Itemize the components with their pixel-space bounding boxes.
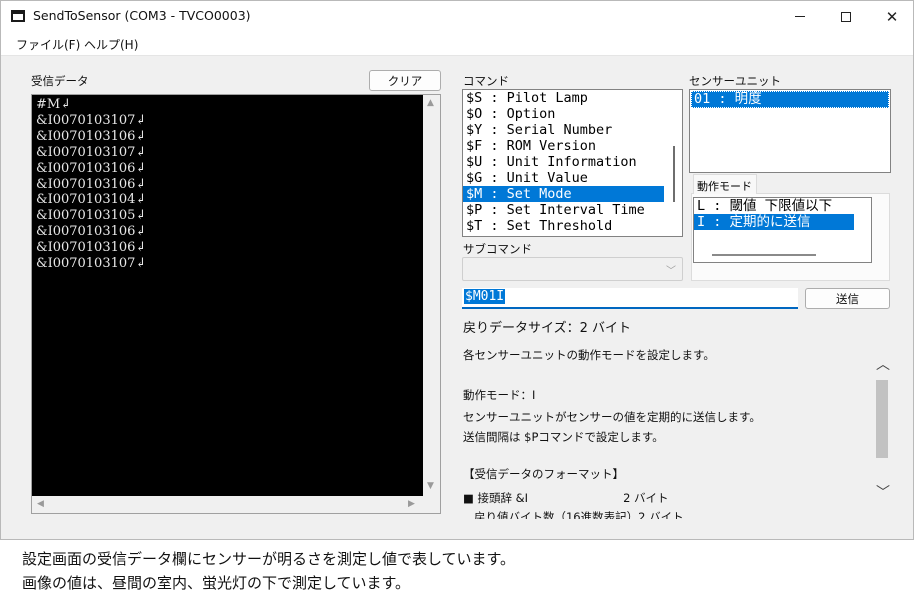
scroll-up-icon[interactable]: ▲	[427, 98, 434, 108]
info-scroll-thumb[interactable]	[876, 380, 888, 458]
clear-button[interactable]: クリア	[369, 70, 441, 91]
scroll-left-icon[interactable]: ◀	[37, 499, 44, 509]
info-line: 【受信データのフォーマット】	[463, 467, 624, 481]
command-scroll-thumb[interactable]	[673, 146, 675, 202]
command-scrollbar[interactable]	[665, 90, 682, 236]
command-list[interactable]: $S : Pilot Lamp $O : Option $Y : Serial Nu…	[462, 89, 683, 237]
return-size: 戻りデータサイズ：2 バイト	[463, 321, 632, 336]
command-label: コマンド	[463, 74, 509, 88]
command-item[interactable]: $G : Unit Value	[463, 170, 664, 186]
command-item[interactable]: $M : Set Mode	[463, 186, 664, 202]
window-title: SendToSensor (COM3 - TVCO0003)	[33, 8, 251, 23]
chevron-up-icon[interactable]: ︿	[876, 354, 890, 374]
receive-label: 受信データ	[31, 74, 89, 88]
scroll-right-icon[interactable]: ▶	[408, 499, 415, 509]
console-line: &I0070103106↲	[36, 240, 147, 256]
command-item[interactable]: $O : Option	[463, 106, 664, 122]
mode-tab[interactable]: 動作モード	[693, 174, 757, 194]
sensor-unit-label: センサーユニット	[689, 74, 781, 88]
mode-items: L : 閾値 下限値以下 I : 定期的に送信	[694, 198, 871, 230]
menu-bar: ファイル(F) ヘルプ(H)	[1, 32, 913, 56]
receive-vertical-scrollbar[interactable]: ▲ ▼	[423, 95, 440, 497]
command-item[interactable]: $Y : Serial Number	[463, 122, 664, 138]
console-line: &I0070103104↲	[36, 192, 147, 208]
chevron-down-icon[interactable]: ﹀	[876, 482, 890, 502]
mode-item[interactable]: I : 定期的に送信	[694, 214, 854, 230]
app-window: SendToSensor (COM3 - TVCO0003) ✕ ファイル(F)…	[0, 0, 914, 540]
console-line: &I0070103107↲	[36, 112, 147, 128]
subcommand-select[interactable]: ﹀	[462, 257, 683, 281]
chevron-down-icon: ﹀	[666, 266, 676, 277]
info-line: センサーユニットがセンサーの値を定期的に送信します。	[463, 410, 761, 424]
menu-file[interactable]: ファイル(F)	[16, 36, 80, 53]
info-line: 各センサーユニットの動作モードを設定します。	[463, 348, 715, 362]
caption-line-2: 画像の値は、昼間の室内、蛍光灯の下で測定しています。	[22, 574, 411, 592]
app-icon	[11, 10, 25, 22]
command-item[interactable]: $F : ROM Version	[463, 138, 664, 154]
maximize-icon	[841, 11, 851, 22]
console-line: &I0070103106↲	[36, 160, 147, 176]
info-line: 送信間隔は $Pコマンドで設定します。	[463, 430, 664, 444]
console-line: &I0070103107↲	[36, 144, 147, 160]
console-line: &I0070103106↲	[36, 128, 147, 144]
info-line: 戻り値バイト数（16進数表記）2 バイト	[463, 510, 684, 519]
minimize-icon	[795, 16, 805, 17]
close-icon: ✕	[885, 7, 899, 26]
subcommand-label: サブコマンド	[463, 242, 532, 256]
mode-list[interactable]: L : 閾値 下限値以下 I : 定期的に送信	[693, 197, 872, 263]
mode-scroll-thumb[interactable]	[712, 254, 816, 256]
mode-item[interactable]: L : 閾値 下限値以下	[694, 198, 854, 214]
console-line: &I0070103105↲	[36, 208, 147, 224]
receive-horizontal-scrollbar[interactable]: ◀ ▶	[32, 496, 424, 513]
command-input[interactable]: $M01I	[462, 288, 798, 309]
console-line: &I0070103106↲	[36, 176, 147, 192]
receive-console[interactable]: #M↲ &I0070103107↲ &I0070103106↲ &I007010310…	[32, 95, 424, 497]
menu-help[interactable]: ヘルプ(H)	[84, 36, 138, 53]
command-input-value: $M01I	[464, 289, 506, 304]
scroll-down-icon[interactable]: ▼	[427, 481, 434, 491]
caption-line-1: 設定画面の受信データ欄にセンサーが明るさを測定し値で表しています。	[22, 550, 516, 568]
console-line: &I0070103107↲	[36, 256, 147, 272]
console-line: &I0070103106↲	[36, 224, 147, 240]
console-line: #M↲	[36, 97, 72, 112]
sensor-unit-list[interactable]: 01 : 明度	[689, 89, 891, 173]
info-line: 動作モード：I	[463, 388, 536, 402]
command-item[interactable]: $U : Unit Information	[463, 154, 664, 170]
send-button[interactable]: 送信	[805, 288, 890, 309]
close-button[interactable]: ✕	[869, 1, 913, 32]
command-item[interactable]: $S : Pilot Lamp	[463, 90, 664, 106]
maximize-button[interactable]	[823, 1, 869, 32]
sensor-unit-item[interactable]: 01 : 明度	[691, 91, 889, 108]
receive-console-frame: #M↲ &I0070103107↲ &I0070103106↲ &I007010310…	[31, 94, 441, 514]
info-panel[interactable]: 各センサーユニットの動作モードを設定します。 動作モード：I センサーユニットが…	[461, 339, 873, 519]
title-bar[interactable]: SendToSensor (COM3 - TVCO0003) ✕	[1, 1, 913, 32]
command-items: $S : Pilot Lamp $O : Option $Y : Serial Nu…	[463, 90, 682, 234]
info-scrollbar[interactable]: ︿ ﹀	[873, 354, 891, 504]
command-item[interactable]: $T : Set Threshold	[463, 218, 664, 234]
minimize-button[interactable]	[777, 1, 823, 32]
command-item[interactable]: $P : Set Interval Time	[463, 202, 664, 218]
info-line: ■ 接頭辞 &I 2 バイト	[463, 491, 669, 505]
